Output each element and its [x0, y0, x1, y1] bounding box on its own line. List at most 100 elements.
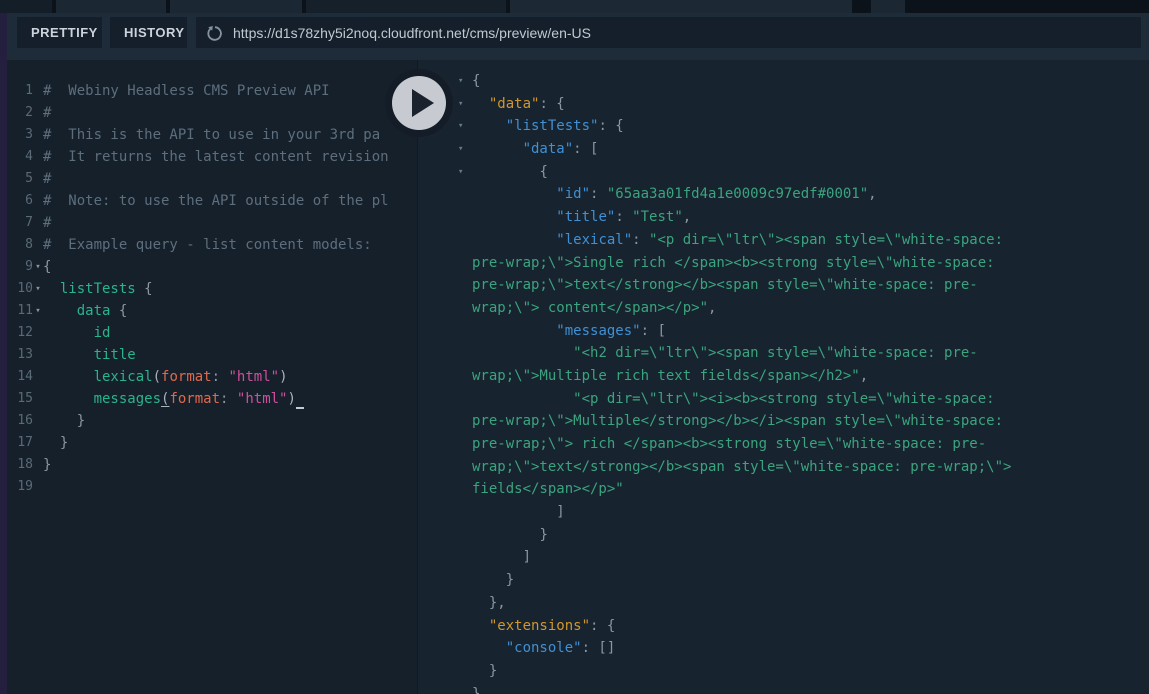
code-token: pre-wrap;\">Multiple</strong></b></i><sp… — [472, 413, 1003, 429]
result-line: } — [418, 569, 1149, 592]
code-token: wrap;\">Multiple rich text fields</span>… — [472, 368, 860, 384]
code-token: "id" — [556, 186, 590, 202]
code-token — [472, 141, 523, 157]
code-token: wrap;\">text</strong></b><span style=\"w… — [472, 459, 1011, 475]
result-code: } — [418, 683, 480, 694]
code-token — [472, 118, 506, 134]
graphiql-playground: PRETTIFY HISTORY https://d1s78zhy5i2noq.… — [0, 0, 1149, 694]
code-token: "data" — [523, 141, 574, 157]
result-code: "data": [ — [418, 138, 598, 161]
code-token — [43, 325, 94, 341]
code-token: }, — [489, 595, 506, 611]
endpoint-url-bar[interactable]: https://d1s78zhy5i2noq.cloudfront.net/cm… — [196, 17, 1141, 48]
code-token — [43, 281, 60, 297]
browser-tab[interactable] — [0, 0, 52, 13]
code-token: # Example query - list content models: — [43, 237, 372, 253]
result-line: ▾ { — [418, 161, 1149, 184]
result-code: "title": "Test", — [418, 206, 691, 229]
line-number: 18 — [7, 454, 33, 476]
code-token: "Test" — [632, 209, 683, 225]
fold-arrow-icon[interactable]: ▾ — [458, 93, 463, 116]
code-token: , — [708, 300, 716, 316]
code-line: 8# Example query - list content models: — [7, 234, 417, 256]
code-token: : { — [598, 118, 623, 134]
result-code: fields</span></p>" — [418, 478, 624, 501]
code-line: 16 } — [7, 410, 417, 432]
result-line: "messages": [ — [418, 320, 1149, 343]
code-token: : [] — [582, 640, 616, 656]
code-token — [43, 347, 94, 363]
code-token: pre-wrap;\"> rich </span><b><strong styl… — [472, 436, 986, 452]
code-token: } — [489, 663, 497, 679]
line-number: 13 — [7, 344, 33, 366]
code-token: "<p dir=\"ltr\"><span style=\"white-spac… — [649, 232, 1003, 248]
result-code: "<p dir=\"ltr\"><i><b><strong style=\"wh… — [418, 388, 995, 411]
line-number: 11 — [7, 300, 33, 322]
line-number: 17 — [7, 432, 33, 454]
result-line: } — [418, 660, 1149, 683]
fold-arrow-icon[interactable]: ▾ — [458, 138, 463, 161]
code-token — [472, 391, 573, 407]
code-token — [43, 413, 77, 429]
code-token: { — [136, 281, 153, 297]
execute-button[interactable] — [385, 69, 453, 137]
fold-arrow-icon[interactable]: ▾ — [458, 70, 463, 93]
code-line: 15 messages(format: "html") — [7, 388, 417, 410]
code-line: 17 } — [7, 432, 417, 454]
browser-tab[interactable] — [170, 0, 302, 13]
result-code: pre-wrap;\">text</strong></b><span style… — [418, 274, 978, 297]
code-token: : — [615, 209, 632, 225]
fold-arrow-icon[interactable]: ▾ — [33, 278, 43, 300]
code-token — [472, 549, 523, 565]
result-line: wrap;\">text</strong></b><span style=\"w… — [418, 456, 1149, 479]
code-token — [296, 391, 304, 409]
code-token: } — [43, 457, 51, 473]
code-token — [472, 232, 556, 248]
history-button[interactable]: HISTORY — [110, 17, 187, 48]
code-token: ) — [287, 391, 295, 407]
result-line: "lexical": "<p dir=\"ltr\"><span style=\… — [418, 229, 1149, 252]
browser-tab[interactable] — [871, 0, 905, 13]
code-token: # This is the API to use in your 3rd pa — [43, 127, 380, 143]
result-code: "console": [] — [418, 637, 615, 660]
result-code: wrap;\"> content</span></p>", — [418, 297, 716, 320]
code-token: , — [860, 368, 868, 384]
code-token: } — [506, 572, 514, 588]
result-line: pre-wrap;\"> rich </span><b><strong styl… — [418, 433, 1149, 456]
fold-arrow-icon[interactable]: ▾ — [33, 256, 43, 278]
result-code: ] — [418, 501, 565, 524]
fold-arrow-icon[interactable]: ▾ — [33, 300, 43, 322]
code-token — [472, 527, 539, 543]
line-number: 14 — [7, 366, 33, 388]
fold-arrow-icon[interactable]: ▾ — [458, 115, 463, 138]
browser-tab[interactable] — [56, 0, 166, 13]
query-editor[interactable]: 1# Webiny Headless CMS Preview API2#3# T… — [7, 60, 417, 694]
result-line: } — [418, 524, 1149, 547]
code-token: listTests — [60, 281, 136, 297]
result-viewer[interactable]: ▾{▾ "data": {▾ "listTests": {▾ "data": [… — [417, 60, 1149, 694]
result-line: }, — [418, 592, 1149, 615]
code-token: : [ — [641, 323, 666, 339]
code-token — [228, 391, 236, 407]
prettify-button[interactable]: PRETTIFY — [17, 17, 102, 48]
code-line: 10▾ listTests { — [7, 278, 417, 300]
line-number: 16 — [7, 410, 33, 432]
code-token — [43, 435, 60, 451]
browser-tab[interactable] — [510, 0, 852, 13]
code-token: { — [539, 164, 547, 180]
left-edge-strip — [0, 13, 7, 694]
code-token: , — [868, 186, 876, 202]
code-token: "<h2 dir=\"ltr\"><span style=\"white-spa… — [573, 345, 978, 361]
result-line: ▾{ — [418, 70, 1149, 93]
code-token: ] — [523, 549, 531, 565]
result-line: "<p dir=\"ltr\"><i><b><strong style=\"wh… — [418, 388, 1149, 411]
code-token: data — [77, 303, 111, 319]
fold-arrow-icon[interactable]: ▾ — [458, 161, 463, 184]
code-line: 18} — [7, 454, 417, 476]
code-line: 14 lexical(format: "html") — [7, 366, 417, 388]
result-code: pre-wrap;\"> rich </span><b><strong styl… — [418, 433, 986, 456]
browser-tab[interactable] — [306, 0, 506, 13]
toolbar: PRETTIFY HISTORY https://d1s78zhy5i2noq.… — [0, 13, 1149, 60]
code-token: "lexical" — [556, 232, 632, 248]
line-number: 3 — [7, 124, 33, 146]
